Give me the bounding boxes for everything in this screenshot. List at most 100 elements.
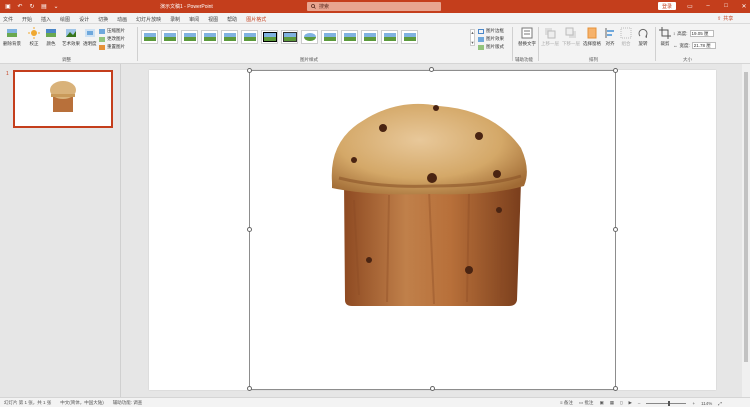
slide-sorter-icon[interactable]: ▦ [610,400,614,406]
search-icon [311,4,316,9]
send-backward-button: 下移一层 [562,27,580,46]
resize-handle-bottom-center[interactable] [430,386,435,391]
width-input[interactable]: 21.78 厘 [691,42,716,49]
reset-picture-button[interactable]: 重置图片 [99,44,125,50]
selection-pane-button[interactable]: 选择窗格 [583,27,601,46]
resize-handle-middle-right[interactable] [613,227,618,232]
notes-button[interactable]: ≡ 备注 [560,400,573,406]
remove-background-button[interactable]: 删除背景 [3,27,21,46]
picture-border-button[interactable]: 图片边框 [478,28,504,34]
picture-style-11[interactable] [341,30,358,44]
picture-style-1[interactable] [141,30,158,44]
height-input[interactable]: 19.05 厘 [689,30,714,37]
customize-qat-icon[interactable]: ⌄ [52,2,60,10]
change-picture-button[interactable]: 更改图片 [99,36,125,42]
zoom-in-icon[interactable]: + [692,401,695,406]
align-icon [605,28,614,38]
vertical-scrollbar[interactable] [742,64,750,397]
slide-thumbnail[interactable] [13,70,113,128]
normal-view-icon[interactable]: ▣ [599,400,603,406]
zoom-level[interactable]: 114% [701,401,712,406]
picture-style-7[interactable] [261,30,278,44]
picture-style-6[interactable] [241,30,258,44]
title-bar: ▣ ↶ ↻ ▤ ⌄ 演示文稿1 - PowerPoint 搜索 登录 ▭ – □… [0,0,750,13]
scrollbar-thumb[interactable] [744,72,748,362]
minimize-icon[interactable]: – [704,1,712,11]
save-icon[interactable]: ▣ [4,2,12,10]
picture-layout-button[interactable]: 图片版式 [478,44,504,50]
picture-style-5[interactable] [221,30,238,44]
slideshow-icon[interactable]: ▶ [628,400,631,406]
picture-style-4[interactable] [201,30,218,44]
alt-text-button[interactable]: 替换文字 [518,27,536,46]
color-button[interactable]: 颜色 [45,27,57,46]
zoom-slider-knob[interactable] [668,400,671,406]
ribbon-display-icon[interactable]: ▭ [686,1,694,11]
compress-pictures-button[interactable]: 压缩图片 [99,28,125,34]
maximize-icon[interactable]: □ [722,1,730,11]
status-bar: 幻灯片 第 1 张，共 1 张 中文(简体，中国大陆) 辅助功能: 调查 ≡ 备… [0,397,750,407]
login-button[interactable]: 登录 [658,2,676,10]
picture-style-3[interactable] [181,30,198,44]
art-effects-button[interactable]: 艺术效果 [62,27,80,46]
sun-icon [28,27,40,39]
correct-button[interactable]: 校正 [28,27,40,46]
layout-icon [478,44,484,50]
picture-style-14[interactable] [401,30,418,44]
align-button[interactable]: 对齐 [604,27,616,46]
compress-icon [99,28,105,34]
fit-to-window-icon[interactable]: ⤢ [718,401,722,406]
picture-style-8[interactable] [281,30,298,44]
picture-style-2[interactable] [161,30,178,44]
rotate-handle-icon[interactable] [429,67,434,72]
rotate-button[interactable]: 旋转 [637,27,649,46]
resize-handle-top-right[interactable] [613,68,618,73]
picture-style-13[interactable] [381,30,398,44]
change-picture-icon [99,36,105,42]
resize-handle-bottom-left[interactable] [247,386,252,391]
resize-handle-bottom-right[interactable] [613,386,618,391]
comment-icon: ▭ [578,400,584,405]
redo-icon[interactable]: ↻ [28,2,36,10]
selection-pane-icon [587,27,597,39]
image-selection-frame [249,70,616,390]
width-field[interactable]: ↔ 宽度: 21.78 厘 [673,42,716,49]
chevron-down-icon[interactable]: ▼ [471,40,475,45]
crop-button[interactable]: 裁剪 [659,27,671,46]
slide-number: 1 [6,71,9,77]
height-field[interactable]: ↕ 高度: 19.05 厘 [673,30,714,37]
zoom-slider[interactable] [646,400,687,406]
search-placeholder: 搜索 [319,4,330,10]
gallery-scroll[interactable]: ▲ ▼ [470,29,475,46]
picture-effects-button[interactable]: 图片效果 [478,36,504,42]
picture-style-10[interactable] [321,30,338,44]
crop-icon [659,27,671,39]
reading-view-icon[interactable]: ▯ [620,400,622,406]
share-button[interactable]: ⇪ 共享 [717,15,733,23]
presenter-icon[interactable]: ▤ [40,2,48,10]
share-icon: ⇪ [717,15,722,22]
transparency-button[interactable]: 透明度 [83,27,97,46]
reset-picture-icon [99,44,105,50]
search-box[interactable]: 搜索 [307,2,441,11]
accessibility-status[interactable]: 辅助功能: 调查 [113,400,143,406]
bread-thumbnail-image [50,81,76,112]
slide-count: 幻灯片 第 1 张，共 1 张 [4,400,52,405]
send-backward-icon [565,27,576,38]
picture-style-12[interactable] [361,30,378,44]
group-label-adjust: 调整 [62,57,71,62]
window-title: 演示文稿1 - PowerPoint [160,4,213,10]
picture-style-9[interactable] [301,30,318,44]
undo-icon[interactable]: ↶ [16,2,24,10]
resize-handle-top-left[interactable] [247,68,252,73]
chevron-up-icon[interactable]: ▲ [471,30,475,35]
notes-icon: ≡ [560,400,563,405]
resize-handle-middle-left[interactable] [247,227,252,232]
zoom-out-icon[interactable]: – [638,401,641,406]
ribbon-separator [512,27,513,61]
close-icon[interactable]: ✕ [740,1,748,11]
menu-bar: 文件 开始 插入 绘图 设计 切换 动画 幻灯片放映 录制 审阅 视图 帮助 图片格式 ⇪ 共享 [0,13,750,25]
group-label-size: 大小 [683,57,692,62]
language-indicator[interactable]: 中文(简体，中国大陆) [60,400,104,406]
comments-button[interactable]: ▭ 批注 [579,400,594,406]
